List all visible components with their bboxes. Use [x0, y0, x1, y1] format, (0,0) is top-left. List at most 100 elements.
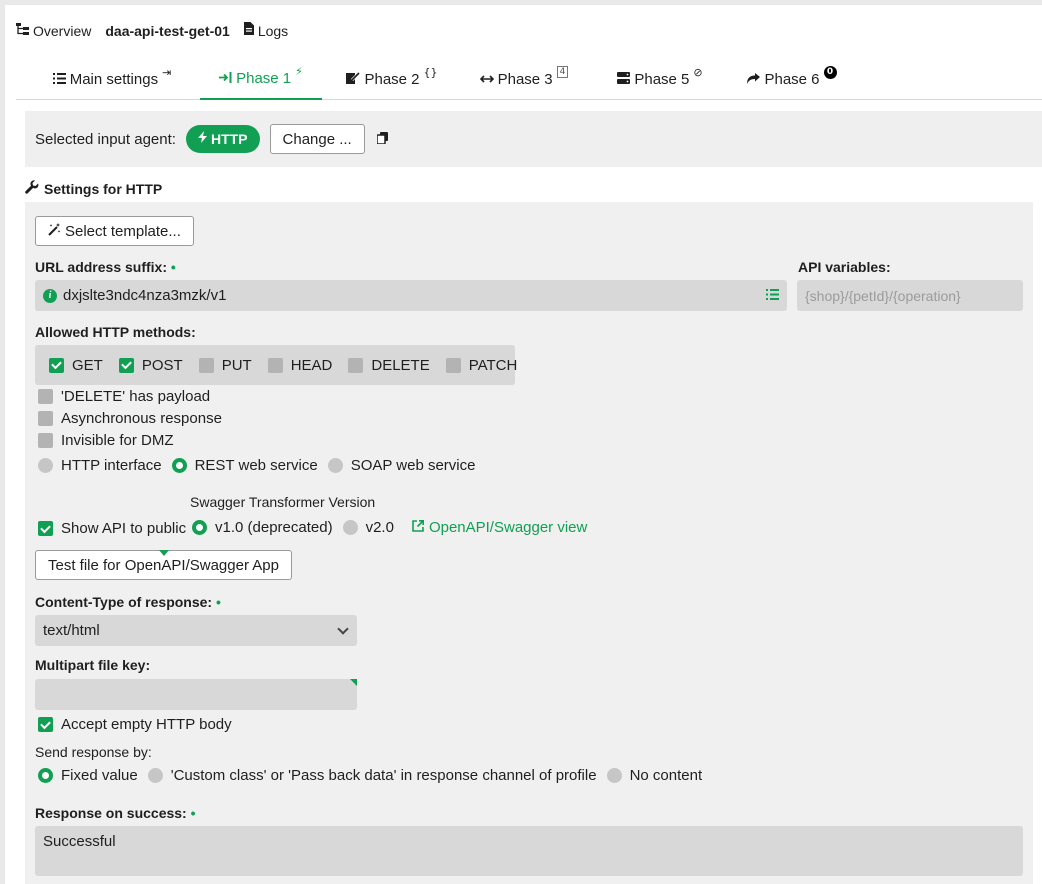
tab-phase-1-label: Phase 1 — [236, 69, 292, 87]
content-type-label: Content-Type of response: • — [35, 594, 221, 610]
select-template-label: Select template... — [65, 222, 181, 240]
tab-main-settings[interactable]: Main settings ⇥ — [32, 58, 192, 100]
api-variables-input[interactable]: {shop}/{petId}/{operation} — [797, 280, 1023, 311]
openapi-view-label: OpenAPI/Swagger view — [428, 518, 588, 536]
soap-service-radio[interactable]: SOAP web service — [327, 457, 476, 474]
list-icon[interactable] — [766, 288, 779, 303]
show-api-checkbox[interactable]: Show API to public — [38, 520, 186, 537]
radio-circle — [147, 768, 163, 783]
radio-circle — [327, 458, 343, 473]
tab-phase-3[interactable]: Phase 3 4 — [468, 58, 580, 100]
braces-icon: {} — [423, 65, 438, 79]
methods-label: Allowed HTTP methods: — [35, 324, 196, 340]
url-suffix-input[interactable]: i dxjslte3ndc4nza3mzk/v1 — [35, 280, 787, 311]
tab-phase-1[interactable]: Phase 1 ⚡ — [200, 58, 322, 100]
indicator-marker — [159, 550, 169, 556]
tab-phase-2[interactable]: Phase 2 {} — [336, 58, 448, 100]
soap-service-label: SOAP web service — [350, 457, 476, 474]
tab-phase-5[interactable]: Phase 5 ⊘ — [604, 58, 716, 100]
square-4-icon: 4 — [556, 66, 569, 78]
bolt-icon — [197, 131, 207, 147]
no-content-label: No content — [629, 767, 703, 784]
http-interface-radio[interactable]: HTTP interface — [38, 457, 162, 474]
selected-agent-bar: Selected input agent: HTTP Change ... — [25, 111, 1042, 167]
method-patch-checkbox[interactable]: PATCH — [445, 357, 517, 374]
selected-agent-label: Selected input agent: — [35, 130, 176, 148]
method-head-checkbox[interactable]: HEAD — [267, 357, 332, 374]
method-put-checkbox[interactable]: PUT — [198, 356, 252, 374]
tab-phase-5-label: Phase 5 — [634, 70, 690, 88]
method-put-label: PUT — [221, 356, 252, 374]
invisible-dmz-checkbox[interactable]: Invisible for DMZ — [38, 432, 174, 449]
multipart-key-label: Multipart file key: — [35, 657, 151, 673]
custom-class-radio[interactable]: 'Custom class' or 'Pass back data' in re… — [147, 767, 597, 784]
settings-title-label: Settings for HTTP — [44, 181, 163, 197]
interface-radio-group: HTTP interface REST web service SOAP web… — [38, 457, 485, 474]
method-get-label: GET — [72, 356, 103, 374]
list-icon — [52, 70, 66, 88]
url-suffix-label: URL address suffix: • — [35, 259, 176, 275]
no-content-radio[interactable]: No content — [606, 767, 703, 784]
method-get-checkbox[interactable]: GET — [49, 357, 103, 374]
method-delete-label: DELETE — [371, 356, 430, 374]
select-template-button[interactable]: Select template... — [35, 216, 194, 246]
response-success-label-text: Response on success: — [35, 805, 187, 821]
async-response-label: Asynchronous response — [61, 410, 222, 427]
method-post-checkbox[interactable]: POST — [118, 356, 183, 374]
settings-title: Settings for HTTP — [25, 180, 162, 198]
method-post-label: POST — [141, 356, 183, 374]
delete-payload-label: 'DELETE' has payload — [61, 388, 211, 405]
swagger-version-label: Swagger Transformer Version — [190, 494, 376, 510]
change-agent-button[interactable]: Change ... — [269, 124, 365, 154]
checkbox-box — [38, 411, 53, 426]
accept-empty-body-checkbox[interactable]: Accept empty HTTP body — [38, 716, 232, 733]
fixed-value-radio[interactable]: Fixed value — [38, 767, 138, 784]
counter-badge: 0 — [823, 65, 837, 79]
agent-name: HTTP — [210, 131, 248, 147]
ban-icon: ⊘ — [693, 65, 703, 79]
swagger-v1-radio[interactable]: v1.0 (deprecated) — [192, 519, 333, 536]
fixed-value-label: Fixed value — [61, 767, 138, 784]
agent-badge: HTTP — [185, 125, 260, 153]
bolt-icon: ⚡ — [295, 64, 303, 78]
swagger-v2-radio[interactable]: v2.0 — [342, 519, 394, 536]
openapi-view-link[interactable]: OpenAPI/Swagger view — [412, 518, 587, 536]
radio-circle — [342, 519, 358, 535]
breadcrumb-overview[interactable]: Overview — [16, 22, 91, 39]
accept-empty-body-label: Accept empty HTTP body — [61, 716, 232, 733]
response-success-textarea[interactable]: Successful — [35, 826, 1023, 876]
rest-service-label: REST web service — [194, 457, 318, 474]
checkbox-box — [38, 433, 53, 448]
checkbox-box — [38, 717, 53, 732]
content-type-select[interactable]: text/html — [35, 615, 357, 646]
invisible-dmz-label: Invisible for DMZ — [61, 432, 174, 449]
tab-phase-2-label: Phase 2 — [364, 70, 420, 88]
delete-payload-checkbox[interactable]: 'DELETE' has payload — [38, 388, 210, 405]
async-response-checkbox[interactable]: Asynchronous response — [38, 410, 222, 427]
radio-circle — [38, 768, 53, 783]
show-api-label: Show API to public — [61, 520, 187, 537]
arrows-horizontal-icon — [479, 70, 494, 88]
tab-phase-6[interactable]: Phase 6 0 — [736, 58, 848, 100]
required-dot: • — [215, 594, 221, 610]
wrench-icon — [25, 180, 39, 198]
radio-circle — [171, 458, 187, 473]
radio-circle — [606, 768, 622, 783]
checkbox-box — [198, 357, 214, 373]
share-arrow-icon — [747, 70, 761, 88]
tab-phase-6-label: Phase 6 — [764, 70, 820, 88]
server-icon — [617, 70, 631, 88]
checkbox-box — [348, 357, 364, 373]
rest-service-radio[interactable]: REST web service — [171, 457, 318, 474]
copy-icon[interactable] — [375, 131, 388, 147]
content-type-label-text: Content-Type of response: — [35, 594, 213, 610]
checkbox-box — [118, 357, 134, 373]
radio-circle — [192, 519, 207, 535]
method-delete-checkbox[interactable]: DELETE — [348, 356, 430, 374]
multipart-key-input[interactable] — [35, 679, 357, 710]
sign-in-icon — [219, 69, 232, 87]
edit-icon — [346, 70, 361, 88]
methods-group: GET POST PUT HEAD DELETE PATCH — [35, 345, 517, 385]
breadcrumb-logs[interactable]: Logs — [243, 22, 288, 39]
checkbox-box — [267, 357, 283, 373]
